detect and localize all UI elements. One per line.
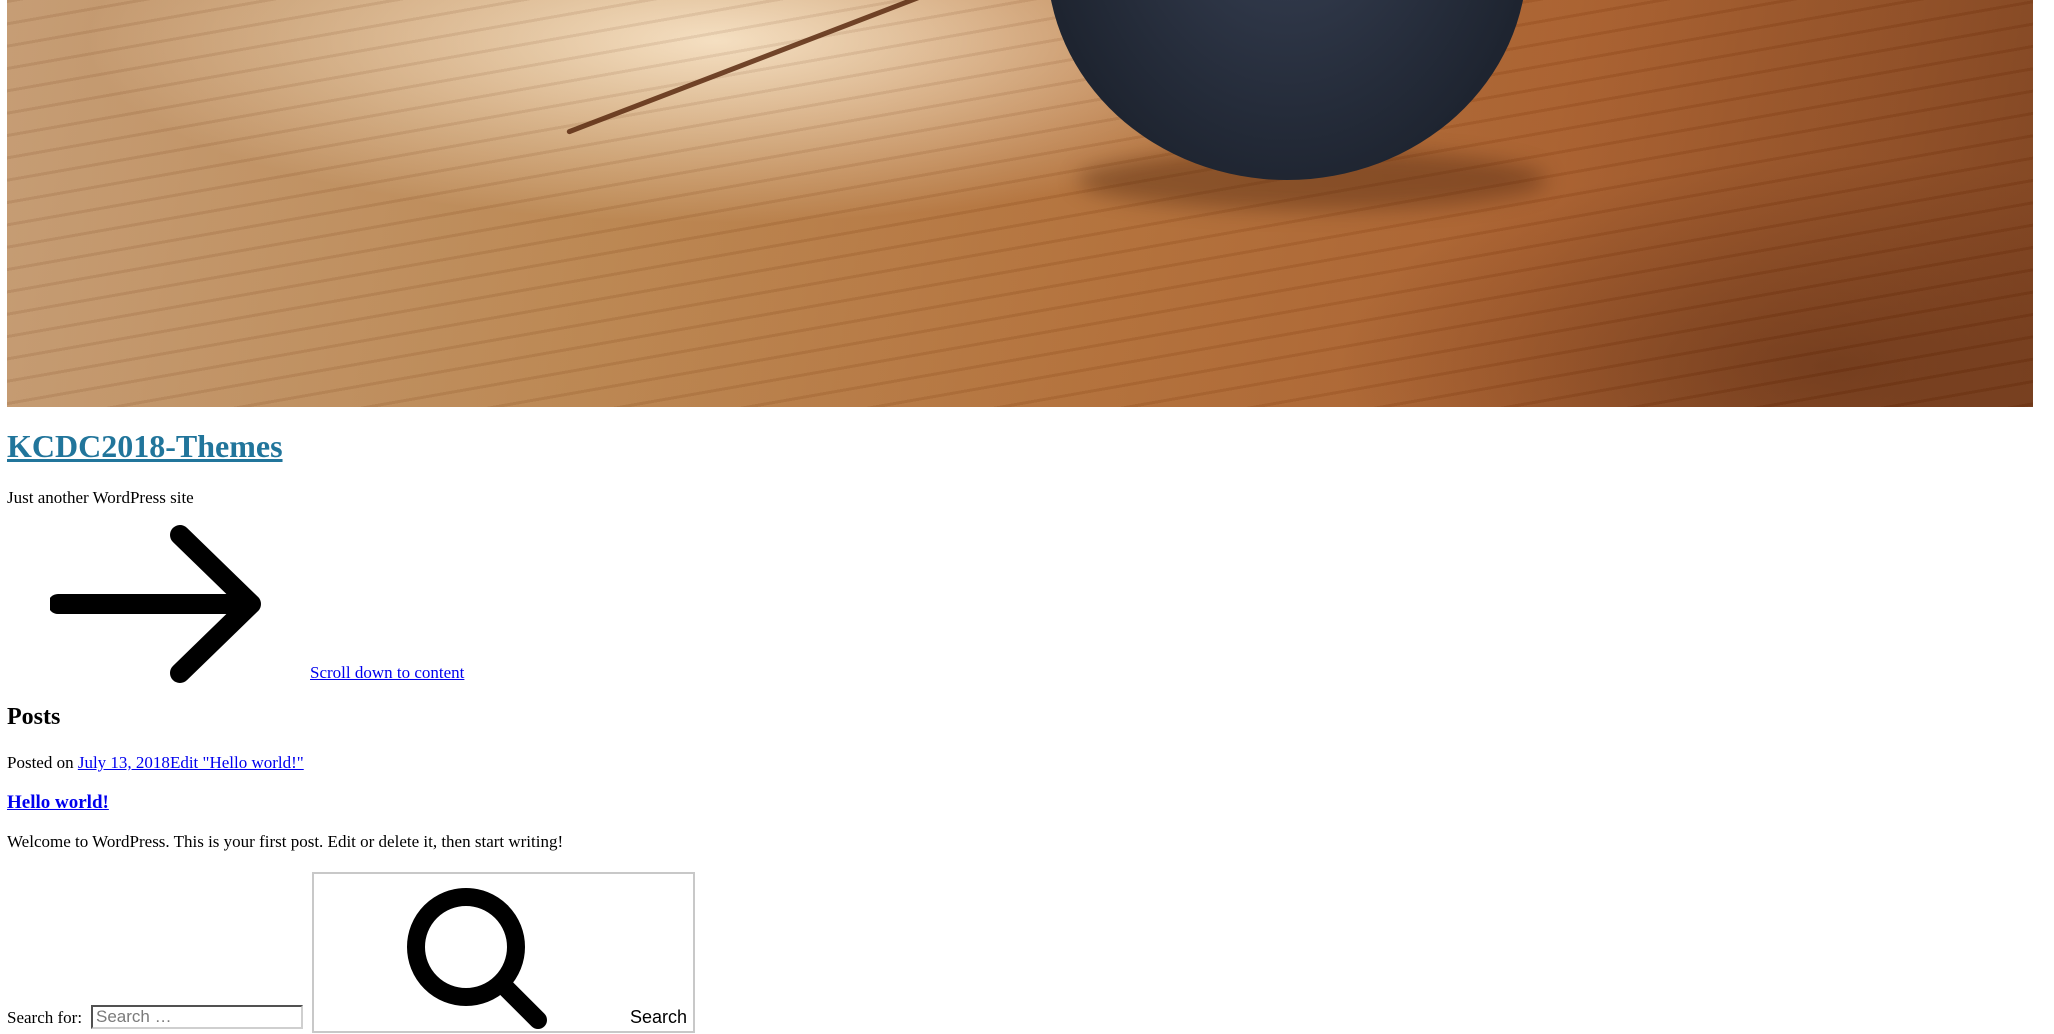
search-input[interactable] <box>91 1005 303 1029</box>
site-title-link[interactable]: KCDC2018-Themes <box>7 428 283 464</box>
post-excerpt: Welcome to WordPress. This is your first… <box>7 832 564 851</box>
posts-heading: Posts <box>7 704 61 730</box>
search-icon <box>407 888 547 1029</box>
page: KCDC2018-Themes Just another WordPress s… <box>0 0 2054 1034</box>
scroll-down-link[interactable]: Scroll down to content <box>310 663 464 683</box>
post-meta: Posted on July 13, 2018Edit "Hello world… <box>7 753 304 773</box>
search-button-label: Search <box>629 1007 687 1027</box>
header-image <box>7 0 2033 407</box>
site-tagline: Just another WordPress site <box>7 488 194 507</box>
edit-post-link[interactable]: Edit "Hello world!" <box>170 753 304 772</box>
search-button[interactable]: Search <box>312 872 695 1033</box>
arrow-right-icon <box>50 525 261 683</box>
posted-on-label: Posted on <box>7 753 78 772</box>
post-title: Hello world! <box>7 792 109 814</box>
post-date-link[interactable]: July 13, 2018 <box>78 753 170 772</box>
wood-grain-texture <box>7 0 2033 407</box>
post-title-link[interactable]: Hello world! <box>7 792 109 813</box>
search-label: Search for: <box>7 1008 83 1027</box>
site-title: KCDC2018-Themes <box>7 428 283 465</box>
